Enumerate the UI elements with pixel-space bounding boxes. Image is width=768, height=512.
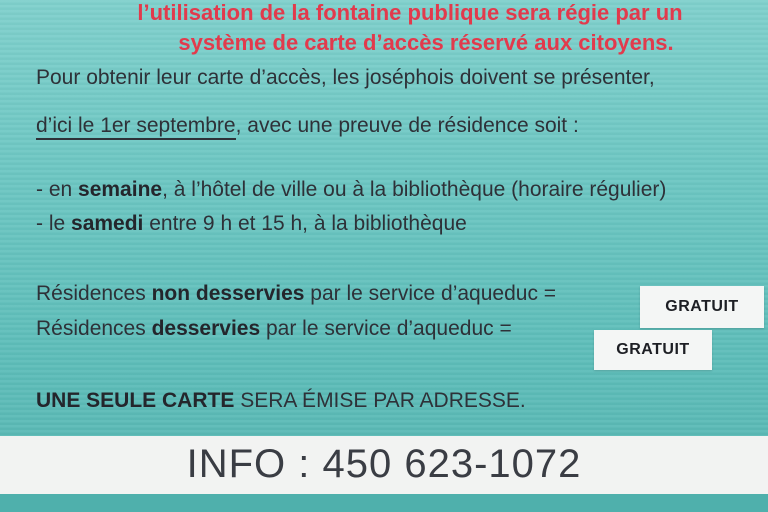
weekday-label: semaine [78,178,163,201]
saturday-label: samedi [71,212,144,235]
notice-rest: SERA ÉMISE PAR ADRESSE. [234,389,526,412]
heading-line-1: l’utilisation de la fontaine publique se… [137,0,683,25]
price-tag-served: GRATUIT [594,330,712,370]
fee-row-2-prefix: Résidences [36,317,152,340]
saturday-prefix: - le [36,212,72,235]
fee-row-non-served: Résidences non desservies par le service… [36,282,556,306]
fee-row-1-bold: non desservies [151,282,305,305]
saturday-detail: entre 9 h et 15 h, à la bibliothèque [143,212,467,235]
fee-row-2-bold: desservies [151,317,261,340]
intro-line-1: Pour obtenir leur carte d’accès, les jos… [36,66,655,89]
schedule-weekday: - en semaine, à l’hôtel de ville ou à la… [36,178,666,202]
info-phone: INFO : 450 623-1072 [186,442,582,486]
deadline-text: d’ici le 1er septembre [36,114,236,140]
one-card-notice: UNE SEULE CARTE SERA ÉMISE PAR ADRESSE. [36,389,526,413]
weekday-detail: , à l’hôtel de ville ou à la bibliothèqu… [162,178,667,201]
notice-bold: UNE SEULE CARTE [36,389,235,412]
fee-row-1-rest: par le service d’aqueduc = [304,282,557,305]
intro-line-2: d’ici le 1er septembre, avec une preuve … [36,114,579,140]
price-tag-non-served: GRATUIT [640,286,764,328]
intro-line-2-rest: , avec une preuve de résidence soit : [235,114,579,137]
heading-line-2: système de carte d’accès réservé aux cit… [178,30,674,55]
bottom-strip [0,494,768,512]
schedule-saturday: - le samedi entre 9 h et 15 h, à la bibl… [36,212,467,236]
weekday-prefix: - en [36,178,79,201]
fee-row-2-rest: par le service d’aqueduc = [260,317,512,340]
fee-row-served: Résidences desservies par le service d’a… [36,317,512,341]
fee-row-1-prefix: Résidences [36,282,152,305]
